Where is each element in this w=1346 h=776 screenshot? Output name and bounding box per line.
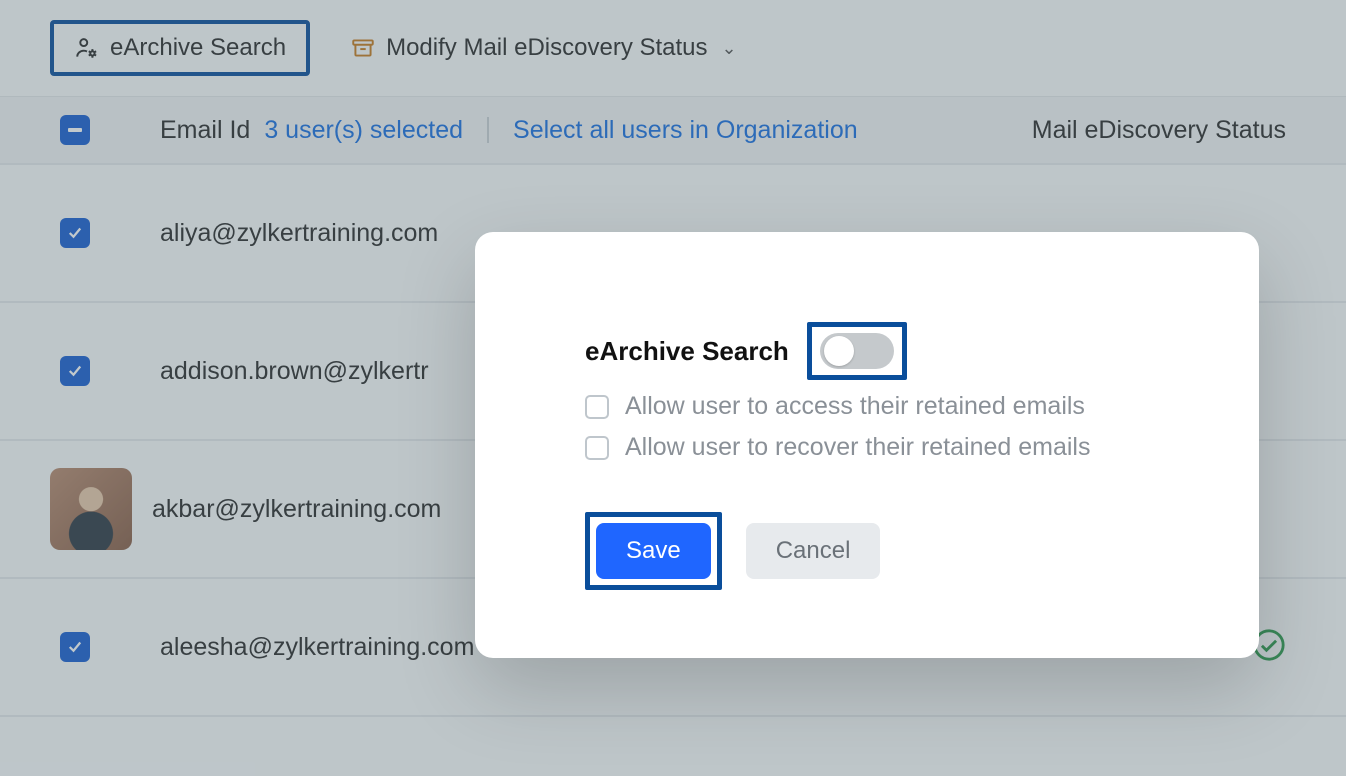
toggle-knob: [824, 336, 854, 366]
checkbox-access[interactable]: [585, 395, 609, 419]
option-recover-label: Allow user to recover their retained ema…: [625, 433, 1090, 462]
option-recover-row[interactable]: Allow user to recover their retained ema…: [585, 433, 1149, 462]
option-access-row[interactable]: Allow user to access their retained emai…: [585, 392, 1149, 421]
checkbox-recover[interactable]: [585, 436, 609, 460]
modal-title: eArchive Search: [585, 336, 789, 367]
highlight-box: Save: [585, 512, 722, 590]
save-button[interactable]: Save: [596, 523, 711, 579]
modal-actions: Save Cancel: [585, 512, 1149, 590]
highlight-box: [807, 322, 907, 380]
earchive-modal: eArchive Search Allow user to access the…: [475, 232, 1259, 658]
cancel-button[interactable]: Cancel: [746, 523, 881, 579]
option-access-label: Allow user to access their retained emai…: [625, 392, 1085, 421]
earchive-toggle[interactable]: [820, 333, 894, 369]
app-root: eArchive Search Modify Mail eDiscovery S…: [0, 0, 1346, 776]
